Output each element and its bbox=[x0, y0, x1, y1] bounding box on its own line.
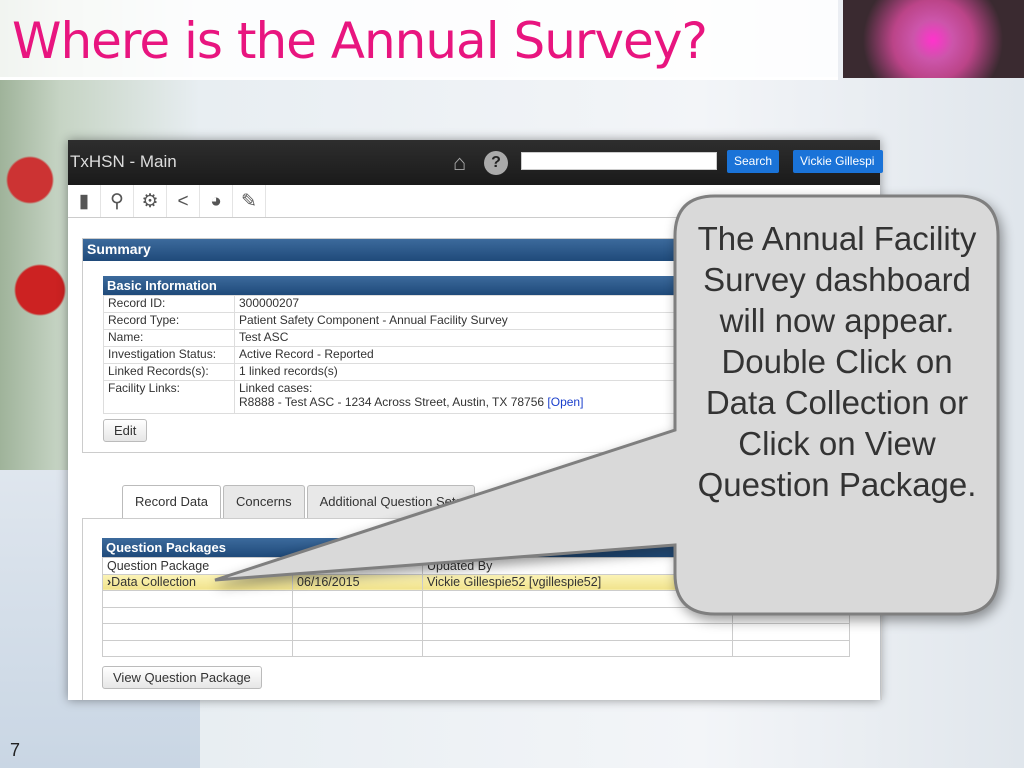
page-number: 7 bbox=[10, 740, 21, 760]
callout-text: The Annual Facility Survey dashboard wil… bbox=[697, 220, 977, 503]
